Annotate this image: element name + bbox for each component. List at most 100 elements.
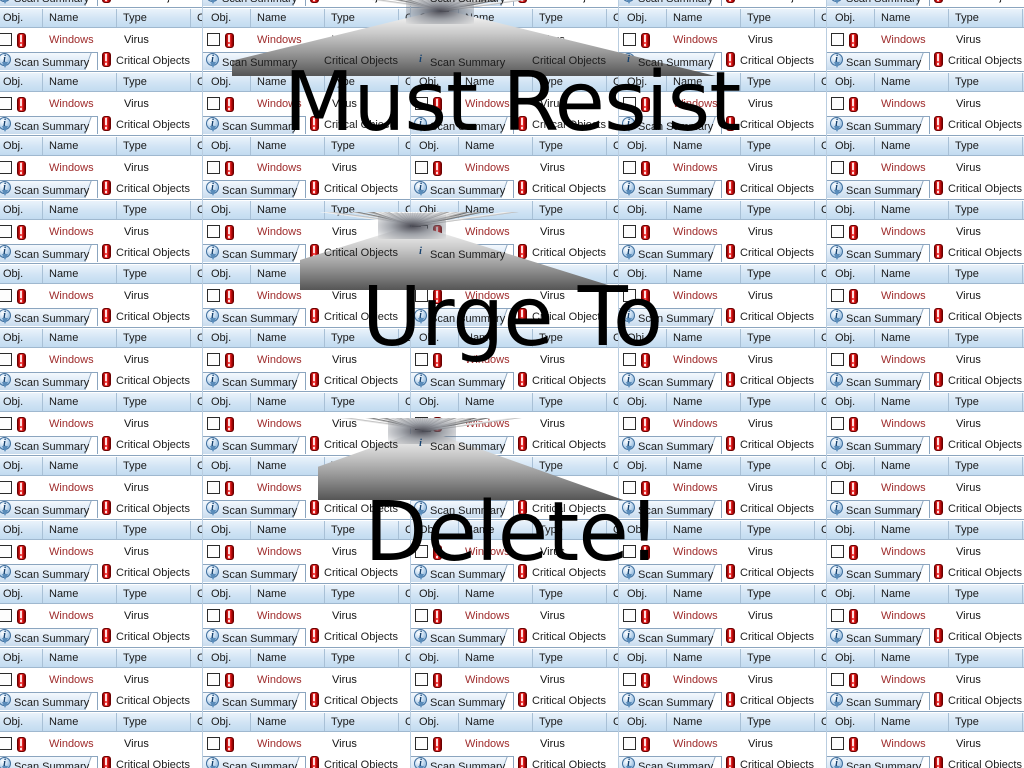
tab-scan-summary[interactable]: iScan Summary (0, 244, 98, 262)
tab-critical-objects[interactable]: Critical Objects (514, 628, 618, 646)
table-row[interactable]: Windows Virus (618, 668, 826, 692)
column-header-type[interactable]: Type (740, 393, 814, 411)
tab-critical-objects[interactable]: Critical Objects (930, 180, 1024, 198)
row-checkbox[interactable] (415, 33, 428, 46)
table-row[interactable]: Windows Virus (826, 220, 1024, 244)
tab-scan-summary[interactable]: iScan Summary (826, 0, 930, 6)
column-header-c[interactable]: C (814, 457, 826, 475)
column-header-c[interactable]: C (606, 457, 618, 475)
column-header-name[interactable]: Name (42, 713, 116, 731)
row-checkbox[interactable] (0, 673, 12, 686)
column-header-obj[interactable]: Obj. (414, 9, 458, 27)
column-header-name[interactable]: Name (458, 393, 532, 411)
table-row[interactable]: Windows Virus (0, 220, 202, 244)
column-header-type[interactable]: Type (740, 457, 814, 475)
tab-critical-objects[interactable]: Critical Objects (98, 180, 202, 198)
table-row[interactable]: Windows Virus (410, 668, 618, 692)
column-header-type[interactable]: Type (532, 649, 606, 667)
table-row[interactable]: Windows Virus (826, 732, 1024, 756)
tab-critical-objects[interactable]: Critical Objects (722, 436, 826, 454)
tab-scan-summary[interactable]: iScan Summary (618, 628, 722, 646)
column-header-obj[interactable]: Obj. (0, 9, 42, 27)
column-header-type[interactable]: Type (532, 713, 606, 731)
column-header-c[interactable]: C (190, 393, 202, 411)
column-header-name[interactable]: Name (874, 713, 948, 731)
column-header-name[interactable]: Name (874, 585, 948, 603)
column-header-name[interactable]: Name (42, 201, 116, 219)
tab-scan-summary[interactable]: iScan Summary (410, 436, 514, 454)
column-header-c[interactable]: C (398, 9, 410, 27)
column-header-c[interactable]: C (190, 457, 202, 475)
table-row[interactable]: Windows Virus (618, 604, 826, 628)
column-header-name[interactable]: Name (250, 9, 324, 27)
tab-scan-summary[interactable]: iScan Summary (826, 244, 930, 262)
tab-scan-summary[interactable]: iScan Summary (0, 628, 98, 646)
column-header-type[interactable]: Type (948, 649, 1022, 667)
column-header-type[interactable]: Type (324, 585, 398, 603)
table-row[interactable]: Windows Virus (826, 604, 1024, 628)
column-header-c[interactable]: C (190, 9, 202, 27)
row-checkbox[interactable] (207, 737, 220, 750)
column-header-c[interactable]: C (190, 201, 202, 219)
table-row[interactable]: Windows Virus (0, 28, 202, 52)
column-header-c[interactable]: C (814, 585, 826, 603)
tab-critical-objects[interactable]: Critical Objects (722, 180, 826, 198)
tab-scan-summary[interactable]: iScan Summary (618, 436, 722, 454)
column-header-c[interactable]: C (398, 585, 410, 603)
table-row[interactable]: Windows Virus (826, 412, 1024, 436)
table-row[interactable]: Windows Virus (202, 28, 410, 52)
tab-critical-objects[interactable]: Critical Objects (514, 692, 618, 710)
row-checkbox[interactable] (831, 417, 844, 430)
column-header-c[interactable]: C (606, 713, 618, 731)
column-header-name[interactable]: Name (42, 9, 116, 27)
tab-critical-objects[interactable]: Critical Objects (930, 372, 1024, 390)
tab-critical-objects[interactable]: Critical Objects (306, 628, 410, 646)
tab-scan-summary[interactable]: iScan Summary (202, 0, 306, 6)
column-header-type[interactable]: Type (116, 393, 190, 411)
tab-critical-objects[interactable]: Critical Objects (722, 244, 826, 262)
tab-scan-summary[interactable]: iScan Summary (202, 628, 306, 646)
column-header-obj[interactable]: Obj. (0, 585, 42, 603)
column-header-type[interactable]: Type (532, 393, 606, 411)
column-header-obj[interactable]: Obj. (622, 713, 666, 731)
tab-critical-objects[interactable]: Critical Objects (306, 0, 410, 6)
table-row[interactable]: Windows Virus (202, 156, 410, 180)
column-header-obj[interactable]: Obj. (830, 201, 874, 219)
column-header-c[interactable]: C (398, 201, 410, 219)
column-header-obj[interactable]: Obj. (414, 713, 458, 731)
column-header-c[interactable]: C (814, 201, 826, 219)
tab-critical-objects[interactable]: Critical Objects (514, 0, 618, 6)
row-checkbox[interactable] (623, 225, 636, 238)
tab-critical-objects[interactable]: Critical Objects (722, 692, 826, 710)
column-header-type[interactable]: Type (324, 713, 398, 731)
column-header-type[interactable]: Type (116, 201, 190, 219)
column-header-obj[interactable]: Obj. (830, 713, 874, 731)
table-row[interactable]: Windows Virus (202, 412, 410, 436)
column-header-c[interactable]: C (190, 585, 202, 603)
table-row[interactable]: Windows Virus (410, 732, 618, 756)
column-header-c[interactable]: C (398, 649, 410, 667)
tab-critical-objects[interactable]: Critical Objects (98, 436, 202, 454)
tab-critical-objects[interactable]: Critical Objects (514, 756, 618, 768)
tab-critical-objects[interactable]: Critical Objects (722, 0, 826, 6)
tab-critical-objects[interactable]: Critical Objects (930, 244, 1024, 262)
row-checkbox[interactable] (207, 225, 220, 238)
column-header-obj[interactable]: Obj. (414, 585, 458, 603)
column-header-obj[interactable]: Obj. (414, 393, 458, 411)
row-checkbox[interactable] (623, 161, 636, 174)
row-checkbox[interactable] (0, 609, 12, 622)
column-header-type[interactable]: Type (948, 585, 1022, 603)
tab-scan-summary[interactable]: iScan Summary (410, 756, 514, 768)
column-header-obj[interactable]: Obj. (622, 9, 666, 27)
column-header-type[interactable]: Type (532, 585, 606, 603)
table-row[interactable]: Windows Virus (410, 156, 618, 180)
tab-critical-objects[interactable]: Critical Objects (306, 180, 410, 198)
table-row[interactable]: Windows Virus (0, 412, 202, 436)
column-header-type[interactable]: Type (116, 585, 190, 603)
tab-scan-summary[interactable]: iScan Summary (0, 436, 98, 454)
table-row[interactable]: Windows Virus (618, 156, 826, 180)
column-header-c[interactable]: C (398, 457, 410, 475)
column-header-type[interactable]: Type (116, 9, 190, 27)
column-header-type[interactable]: Type (740, 201, 814, 219)
tab-critical-objects[interactable]: Critical Objects (98, 756, 202, 768)
